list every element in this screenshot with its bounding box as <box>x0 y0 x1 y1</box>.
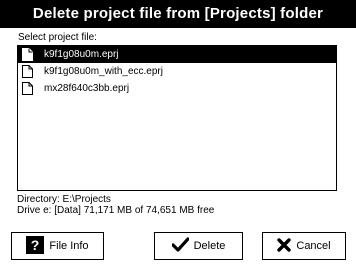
list-item[interactable]: mx28f640c3bb.eprj <box>18 80 336 97</box>
file-name: k9f1g08u0m.eprj <box>44 49 119 60</box>
delete-label: Delete <box>193 240 226 252</box>
svg-text:?: ? <box>31 237 40 253</box>
drive-free-text: Drive e: [Data] 71,171 MB of 74,651 MB f… <box>17 205 215 216</box>
file-name: mx28f640c3bb.eprj <box>44 83 130 94</box>
cancel-button[interactable]: Cancel <box>262 232 346 260</box>
file-icon <box>22 65 33 78</box>
question-icon: ? <box>26 235 45 257</box>
checkmark-icon <box>170 237 190 255</box>
delete-button[interactable]: Delete <box>154 232 243 260</box>
list-item[interactable]: k9f1g08u0m_with_ecc.eprj <box>18 63 336 80</box>
cancel-label: Cancel <box>296 240 331 252</box>
file-listbox[interactable]: k9f1g08u0m.eprj k9f1g08u0m_with_ecc.eprj… <box>17 45 337 191</box>
dialog-title: Delete project file from [Projects] fold… <box>0 0 356 28</box>
file-info-button[interactable]: ? File Info <box>11 232 104 260</box>
list-item[interactable]: k9f1g08u0m.eprj <box>18 46 336 63</box>
directory-text: Directory: E:\Projects <box>17 194 111 205</box>
status-info: Directory: E:\Projects Drive e: [Data] 7… <box>17 194 214 216</box>
file-name: k9f1g08u0m_with_ecc.eprj <box>44 66 163 77</box>
select-file-label: Select project file: <box>18 32 97 43</box>
x-icon <box>277 237 292 255</box>
file-icon <box>22 82 33 95</box>
file-icon <box>22 48 33 61</box>
file-info-label: File Info <box>49 240 89 252</box>
